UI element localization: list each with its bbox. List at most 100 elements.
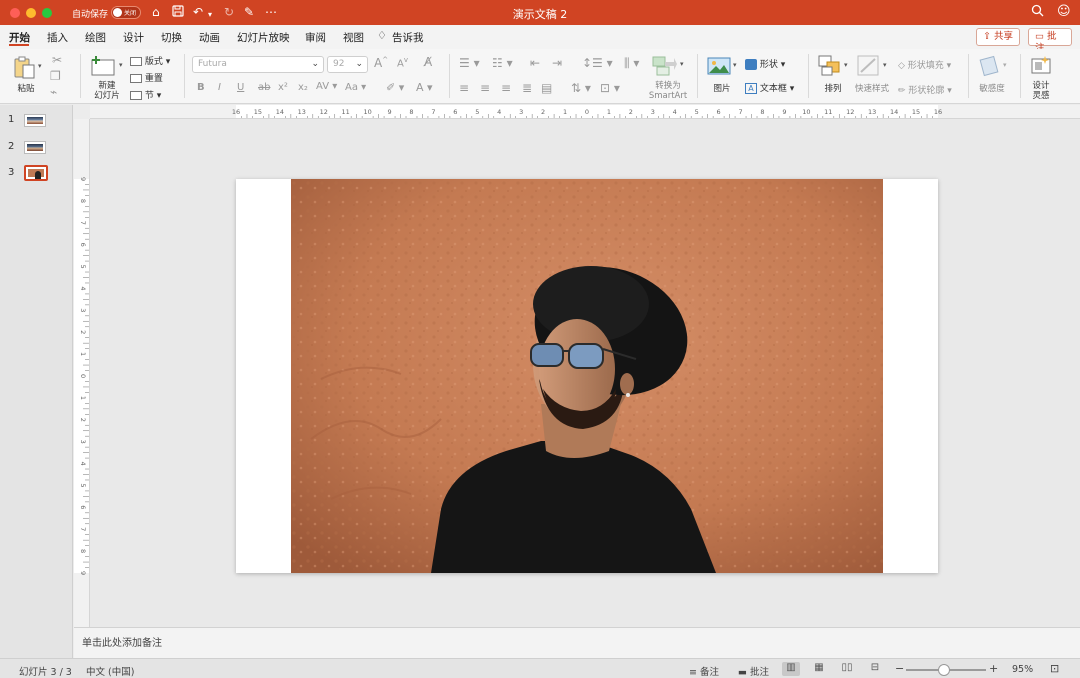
subscript-icon[interactable]: x₂ (298, 82, 308, 93)
notes-toggle-button[interactable]: ≡ 备注 (689, 664, 719, 678)
shape-outline-button[interactable]: ✏ 形状轮廓 ▾ (898, 83, 952, 96)
strikethrough-icon[interactable]: ab (258, 82, 270, 93)
superscript-icon[interactable]: x² (278, 82, 288, 93)
paste-button[interactable] (12, 56, 38, 83)
language-indicator[interactable]: 中文 (中国) (86, 664, 134, 678)
distribute-icon[interactable]: ▤ (541, 81, 552, 95)
reading-view-button[interactable]: ▯▯ (838, 662, 856, 676)
tab-draw[interactable]: 绘图 (85, 30, 106, 45)
tab-home[interactable]: 开始 (9, 30, 30, 45)
tab-review[interactable]: 审阅 (305, 30, 326, 45)
sensitivity-button[interactable] (979, 55, 1001, 80)
sensitivity-dropdown-icon[interactable]: ▾ (1003, 61, 1007, 69)
current-slide[interactable] (236, 179, 938, 573)
undo-dropdown-icon[interactable]: ▾ (208, 8, 212, 22)
minimize-window-button[interactable] (26, 8, 36, 18)
decrease-indent-icon[interactable]: ⇤ (530, 56, 540, 70)
autosave-label: 自动保存 (72, 10, 109, 20)
slide-thumbnail-3[interactable] (24, 165, 48, 181)
increase-indent-icon[interactable]: ⇥ (552, 56, 562, 70)
arrange-dropdown-icon[interactable]: ▾ (844, 61, 848, 69)
tab-view[interactable]: 视图 (343, 30, 364, 45)
close-window-button[interactable] (10, 8, 20, 18)
bold-icon[interactable]: B (197, 82, 205, 93)
tab-insert[interactable]: 插入 (47, 30, 68, 45)
increase-font-size-icon[interactable]: A^ (374, 56, 388, 70)
tab-slideshow[interactable]: 幻灯片放映 (237, 30, 290, 45)
quick-edit-icon[interactable]: ✎ (244, 5, 254, 19)
zoom-slider-handle[interactable] (938, 664, 950, 676)
smartart-dropdown-icon[interactable]: ▾ (680, 60, 684, 68)
font-color-icon[interactable]: A ▾ (416, 81, 433, 94)
tab-transitions[interactable]: 切换 (161, 30, 182, 45)
normal-view-button[interactable]: ▥ (782, 662, 800, 676)
new-slide-button[interactable] (91, 55, 117, 80)
slide-thumbnail-2[interactable] (24, 141, 46, 154)
columns-icon[interactable]: ⫼ ▾ (624, 56, 639, 71)
redo-icon[interactable]: ↻ (224, 5, 234, 19)
align-left-icon[interactable]: ≡ (459, 81, 469, 95)
comments-button[interactable]: ▭ 批注 (1028, 28, 1072, 54)
justify-icon[interactable]: ≣ (522, 81, 532, 95)
tab-tell-me[interactable]: 告诉我 (392, 30, 424, 45)
layout-button[interactable]: 版式 ▾ (130, 54, 170, 67)
more-icon[interactable]: ⋯ (265, 5, 277, 19)
new-slide-dropdown-icon[interactable]: ▾ (119, 61, 123, 69)
highlight-icon[interactable]: ✐ ▾ (386, 81, 404, 94)
clear-formatting-icon[interactable]: A̸ (424, 55, 432, 69)
slideshow-view-button[interactable]: ⊟ (866, 662, 884, 676)
decrease-font-size-icon[interactable]: Av (397, 56, 408, 69)
paste-dropdown-icon[interactable]: ▾ (38, 62, 42, 70)
textbox-button[interactable]: A 文本框 ▾ (745, 81, 794, 94)
align-text-icon[interactable]: ⊡ ▾ (600, 81, 620, 95)
smiley-feedback-icon[interactable]: ☺ (1057, 4, 1071, 19)
change-case-icon[interactable]: Aa ▾ (345, 82, 366, 93)
slide-photo[interactable] (291, 179, 883, 573)
reset-button[interactable]: 重置 (130, 71, 163, 84)
notes-pane[interactable]: 单击此处添加备注 (74, 627, 1080, 658)
search-icon[interactable] (1031, 4, 1044, 21)
tab-animations[interactable]: 动画 (199, 30, 220, 45)
ribbon-separator (808, 54, 809, 98)
align-center-icon[interactable]: ≡ (480, 81, 490, 95)
fit-to-window-icon[interactable]: ⊡ (1050, 662, 1059, 675)
ruler-tick-label: 3 (519, 108, 523, 116)
home-icon[interactable]: ⌂ (152, 5, 160, 19)
autosave-toggle[interactable]: 关闭 (111, 6, 141, 19)
character-spacing-icon[interactable]: AV ▾ (316, 81, 337, 92)
picture-dropdown-icon[interactable]: ▾ (733, 61, 737, 69)
section-button[interactable]: 节 ▾ (130, 88, 161, 101)
undo-icon[interactable]: ↶ (193, 5, 203, 19)
ruler-tick-label: 11 (824, 108, 832, 116)
underline-icon[interactable]: U (237, 82, 244, 93)
quick-styles-button[interactable] (857, 55, 881, 80)
zoom-level[interactable]: 95% (1012, 664, 1033, 675)
shape-button[interactable]: 形状 ▾ (745, 57, 785, 70)
italic-icon[interactable]: I (218, 82, 221, 93)
maximize-window-button[interactable] (42, 8, 52, 18)
text-direction-icon[interactable]: ⇅ ▾ (571, 81, 591, 95)
align-right-icon[interactable]: ≡ (501, 81, 511, 95)
designer-button[interactable] (1030, 55, 1052, 80)
comments-toggle-button[interactable]: ▬ 批注 (738, 664, 769, 678)
tab-design[interactable]: 设计 (123, 30, 144, 45)
zoom-in-button[interactable]: + (989, 662, 998, 675)
font-size-select[interactable]: 92 ⌄ (327, 56, 368, 73)
copy-icon[interactable]: ❐ (50, 69, 61, 83)
bullets-icon[interactable]: ☰ ▾ (459, 56, 480, 70)
save-icon[interactable] (172, 5, 184, 20)
zoom-out-button[interactable]: − (895, 662, 904, 675)
font-name-select[interactable]: Futura ⌄ (192, 56, 324, 73)
convert-smartart-button[interactable] (652, 54, 678, 79)
shape-fill-button[interactable]: ◇ 形状填充 ▾ (898, 58, 951, 71)
picture-button[interactable] (707, 56, 731, 79)
format-painter-icon[interactable]: ⌁ (50, 85, 57, 99)
slide-thumbnail-1[interactable] (24, 114, 46, 127)
arrange-button[interactable] (818, 55, 842, 80)
line-spacing-icon[interactable]: ↕☰ ▾ (582, 56, 613, 70)
cut-icon[interactable]: ✂ (52, 53, 62, 67)
share-button[interactable]: ⇪ 共享 (976, 28, 1020, 46)
numbering-icon[interactable]: ☷ ▾ (492, 56, 513, 70)
slide-sorter-view-button[interactable]: ▦ (810, 662, 828, 676)
quick-styles-dropdown-icon[interactable]: ▾ (883, 61, 887, 69)
